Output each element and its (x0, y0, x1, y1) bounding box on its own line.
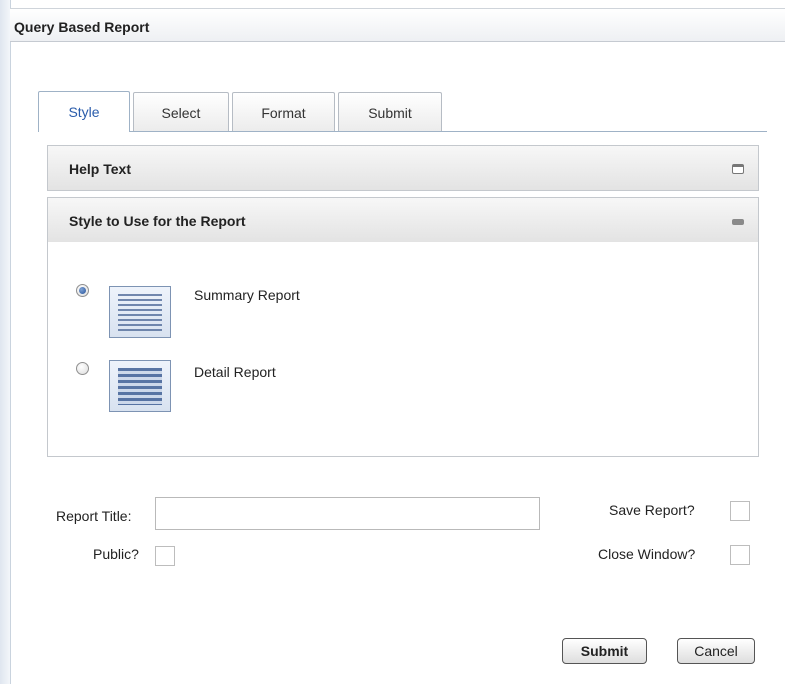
collapse-icon[interactable] (732, 219, 744, 225)
close-window-checkbox[interactable] (730, 545, 750, 565)
summary-report-icon (109, 286, 171, 338)
detail-report-label: Detail Report (194, 364, 276, 380)
submit-button[interactable]: Submit (562, 638, 647, 664)
tab-format[interactable]: Format (232, 92, 335, 131)
close-window-label: Close Window? (598, 546, 696, 562)
public-checkbox[interactable] (155, 546, 175, 566)
tab-select[interactable]: Select (133, 92, 229, 131)
left-window-edge (0, 0, 11, 684)
detail-report-radio[interactable] (76, 362, 89, 375)
summary-report-label: Summary Report (194, 287, 300, 303)
public-label: Public? (93, 546, 139, 562)
tab-submit[interactable]: Submit (338, 92, 442, 131)
tab-style[interactable]: Style (38, 91, 130, 132)
cancel-button[interactable]: Cancel (677, 638, 755, 664)
report-title-label: Report Title: (56, 508, 132, 524)
detail-report-icon (109, 360, 171, 412)
expand-icon[interactable] (732, 164, 744, 174)
save-report-checkbox[interactable] (730, 501, 750, 521)
help-text-panel-header[interactable]: Help Text (47, 145, 759, 191)
summary-report-radio[interactable] (76, 284, 89, 297)
save-report-label: Save Report? (609, 502, 695, 518)
report-title-input[interactable] (155, 497, 540, 530)
style-panel-header[interactable]: Style to Use for the Report (47, 197, 759, 243)
style-panel-body (47, 242, 759, 457)
help-text-panel-title: Help Text (69, 161, 131, 177)
style-panel-title: Style to Use for the Report (69, 213, 246, 229)
window-title: Query Based Report (14, 19, 150, 35)
window-titlebar: Query Based Report (10, 8, 785, 42)
